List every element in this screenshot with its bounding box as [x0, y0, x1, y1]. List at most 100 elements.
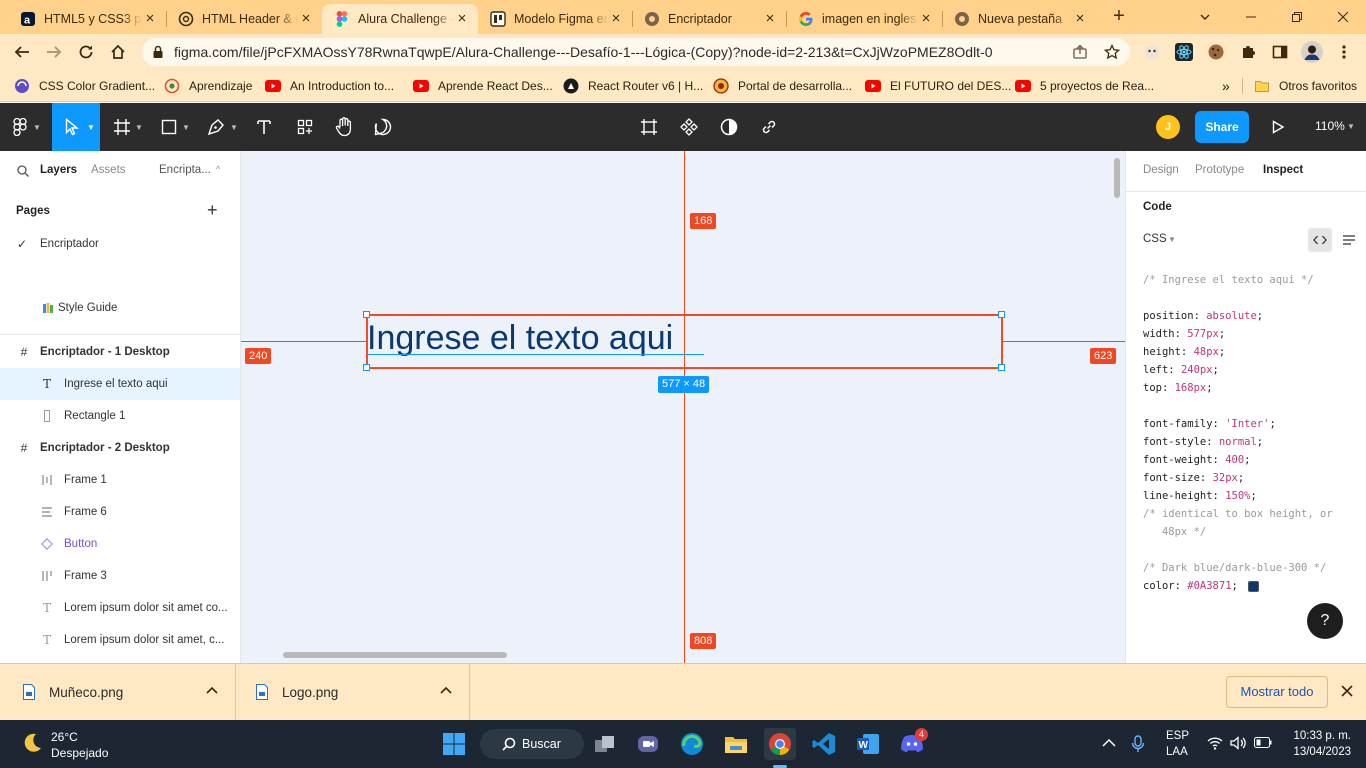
download-item-logo[interactable]: Logo.png	[236, 664, 470, 721]
bookmark-5-proyectos[interactable]: 5 proyectos de Rea...	[1015, 77, 1154, 95]
moon-weather-icon[interactable]	[20, 731, 44, 755]
hand-tool-icon[interactable]	[332, 115, 356, 139]
page-selector[interactable]: Encripta...	[159, 164, 211, 176]
search-icon[interactable]	[17, 165, 29, 177]
resize-handle-bottom-right[interactable]	[998, 364, 1005, 371]
bookmark-aprendizaje[interactable]: Aprendizaje	[164, 77, 252, 95]
tab-assets[interactable]: Assets	[91, 164, 126, 176]
clock-time[interactable]: 10:33 p. m.	[1287, 730, 1351, 742]
tab-modelo-figma[interactable]: Modelo Figma encriptador ×	[478, 4, 632, 34]
rectangle-tool-icon[interactable]	[157, 115, 181, 139]
bookmark-otros-favoritos[interactable]: Otros favoritos	[1254, 77, 1357, 95]
profile-avatar-icon[interactable]	[1300, 40, 1324, 64]
layer-row[interactable]: Frame 6	[0, 496, 240, 528]
components-icon[interactable]	[677, 115, 701, 139]
share-page-icon[interactable]	[1072, 44, 1088, 60]
text-layer-content[interactable]: Ingrese el texto aqui	[367, 319, 673, 358]
download-item-muneco[interactable]: Muñeco.png	[0, 664, 236, 721]
home-icon[interactable]	[106, 40, 130, 64]
bookmark-star-icon[interactable]	[1104, 44, 1120, 60]
resize-handle-bottom-left[interactable]	[363, 364, 370, 371]
chevron-up-icon[interactable]	[1102, 738, 1116, 747]
word-icon[interactable]: W	[852, 728, 884, 760]
page-item-style-guide[interactable]: Style Guide	[0, 292, 240, 324]
close-icon[interactable]: ×	[1072, 11, 1088, 27]
extension-ghost-icon[interactable]	[1140, 40, 1164, 64]
chevron-up-icon[interactable]	[440, 686, 452, 694]
bookmarks-overflow-icon[interactable]: »	[1222, 77, 1230, 95]
keyboard-layout[interactable]: LAA	[1166, 746, 1188, 758]
extensions-puzzle-icon[interactable]	[1236, 40, 1260, 64]
layer-row[interactable]: Rectangle 1	[0, 400, 240, 432]
tab-html-header-footer[interactable]: HTML Header & Footer ×	[166, 4, 322, 34]
weather-temp[interactable]: 26°C	[51, 730, 78, 744]
close-icon[interactable]: ×	[454, 11, 470, 27]
close-icon[interactable]: ×	[918, 11, 934, 27]
close-icon[interactable]: ×	[298, 11, 314, 27]
text-tool-icon[interactable]	[252, 115, 276, 139]
tab-design[interactable]: Design	[1143, 164, 1179, 176]
tab-html5-css3[interactable]: a HTML5 y CSS3 parte 1 ×	[8, 4, 166, 34]
tab-search-icon[interactable]	[1182, 0, 1228, 34]
zoom-level[interactable]: 110%	[1315, 119, 1345, 133]
lock-icon[interactable]	[152, 45, 164, 59]
react-devtools-icon[interactable]	[1172, 40, 1196, 64]
tab-inspect[interactable]: Inspect	[1263, 164, 1303, 176]
battery-icon[interactable]	[1254, 737, 1272, 748]
chevron-down-icon[interactable]: ▼	[230, 123, 238, 132]
taskbar-search[interactable]: Buscar	[480, 729, 584, 759]
bookmark-portal[interactable]: Portal de desarrolla...	[713, 77, 852, 95]
resources-tool-icon[interactable]	[293, 115, 317, 139]
show-all-downloads-button[interactable]: Mostrar todo	[1226, 676, 1328, 708]
microphone-icon[interactable]	[1131, 735, 1145, 753]
task-view-icon[interactable]	[589, 728, 621, 760]
figma-menu-icon[interactable]	[8, 115, 32, 139]
code-view-icon[interactable]	[1308, 228, 1332, 252]
add-page-icon[interactable]: +	[207, 201, 218, 219]
list-view-icon[interactable]	[1337, 228, 1361, 252]
layer-row[interactable]: Frame 3	[0, 560, 240, 592]
forward-arrow-icon[interactable]	[42, 40, 66, 64]
chevron-down-icon[interactable]: ▼	[1168, 235, 1176, 244]
chevron-down-icon[interactable]: ▼	[135, 123, 143, 132]
file-explorer-icon[interactable]	[720, 728, 752, 760]
cookie-icon[interactable]	[1204, 40, 1228, 64]
new-tab-button[interactable]: +	[1108, 5, 1130, 27]
chevron-down-icon[interactable]: ▼	[1347, 122, 1355, 131]
frame-tool-icon[interactable]	[110, 115, 134, 139]
layer-row[interactable]: # Encriptador - 2 Desktop	[0, 432, 240, 464]
move-tool-button[interactable]: ▼	[52, 103, 100, 151]
page-item-encriptador[interactable]: ✓ Encriptador	[0, 228, 240, 260]
layer-row[interactable]: T Lorem ipsum dolor sit amet co...	[0, 592, 240, 624]
bookmark-react-router[interactable]: React Router v6 | H...	[563, 77, 703, 95]
bookmark-css-gradient[interactable]: CSS Color Gradient...	[14, 77, 155, 95]
volume-icon[interactable]	[1230, 736, 1246, 750]
layer-row[interactable]: Frame 1	[0, 464, 240, 496]
language-indicator[interactable]: ESP	[1166, 730, 1189, 742]
pen-tool-icon[interactable]	[204, 115, 228, 139]
layer-row[interactable]: Button	[0, 528, 240, 560]
help-button[interactable]: ?	[1307, 603, 1343, 639]
bookmark-aprende-react[interactable]: Aprende React Des...	[413, 77, 553, 95]
tab-alura-challenge[interactable]: Alura Challenge - Encriptador ×	[322, 4, 478, 34]
share-button[interactable]: Share	[1195, 111, 1249, 143]
chrome-menu-icon[interactable]	[1332, 40, 1356, 64]
clock-date[interactable]: 13/04/2023	[1287, 746, 1351, 758]
chrome-taskbar-icon[interactable]	[764, 728, 796, 760]
design-canvas[interactable]: 168 240 623 808 Ingrese el texto aqui 57…	[241, 151, 1125, 663]
resize-handle-top-left[interactable]	[363, 311, 370, 318]
tab-nueva-pestana[interactable]: Nueva pestaña ×	[942, 4, 1096, 34]
tab-prototype[interactable]: Prototype	[1195, 164, 1244, 176]
address-bar[interactable]: figma.com/file/jPcFXMAOssY78RwnaTqwpE/Al…	[142, 38, 1130, 66]
side-panel-icon[interactable]	[1268, 40, 1292, 64]
bookmark-introduction[interactable]: An Introduction to...	[265, 77, 394, 95]
edge-browser-icon[interactable]	[676, 728, 708, 760]
layer-row[interactable]: T Lorem ipsum dolor sit amet, c...	[0, 624, 240, 656]
tab-imagen-ingles[interactable]: imagen en ingles ×	[786, 4, 942, 34]
horizontal-scrollbar[interactable]	[283, 652, 507, 658]
layer-row[interactable]: # Encriptador - 1 Desktop	[0, 336, 240, 368]
vertical-scrollbar[interactable]	[1114, 158, 1120, 198]
reload-icon[interactable]	[74, 40, 98, 64]
wifi-icon[interactable]	[1207, 736, 1223, 750]
minimize-icon[interactable]	[1228, 0, 1274, 34]
